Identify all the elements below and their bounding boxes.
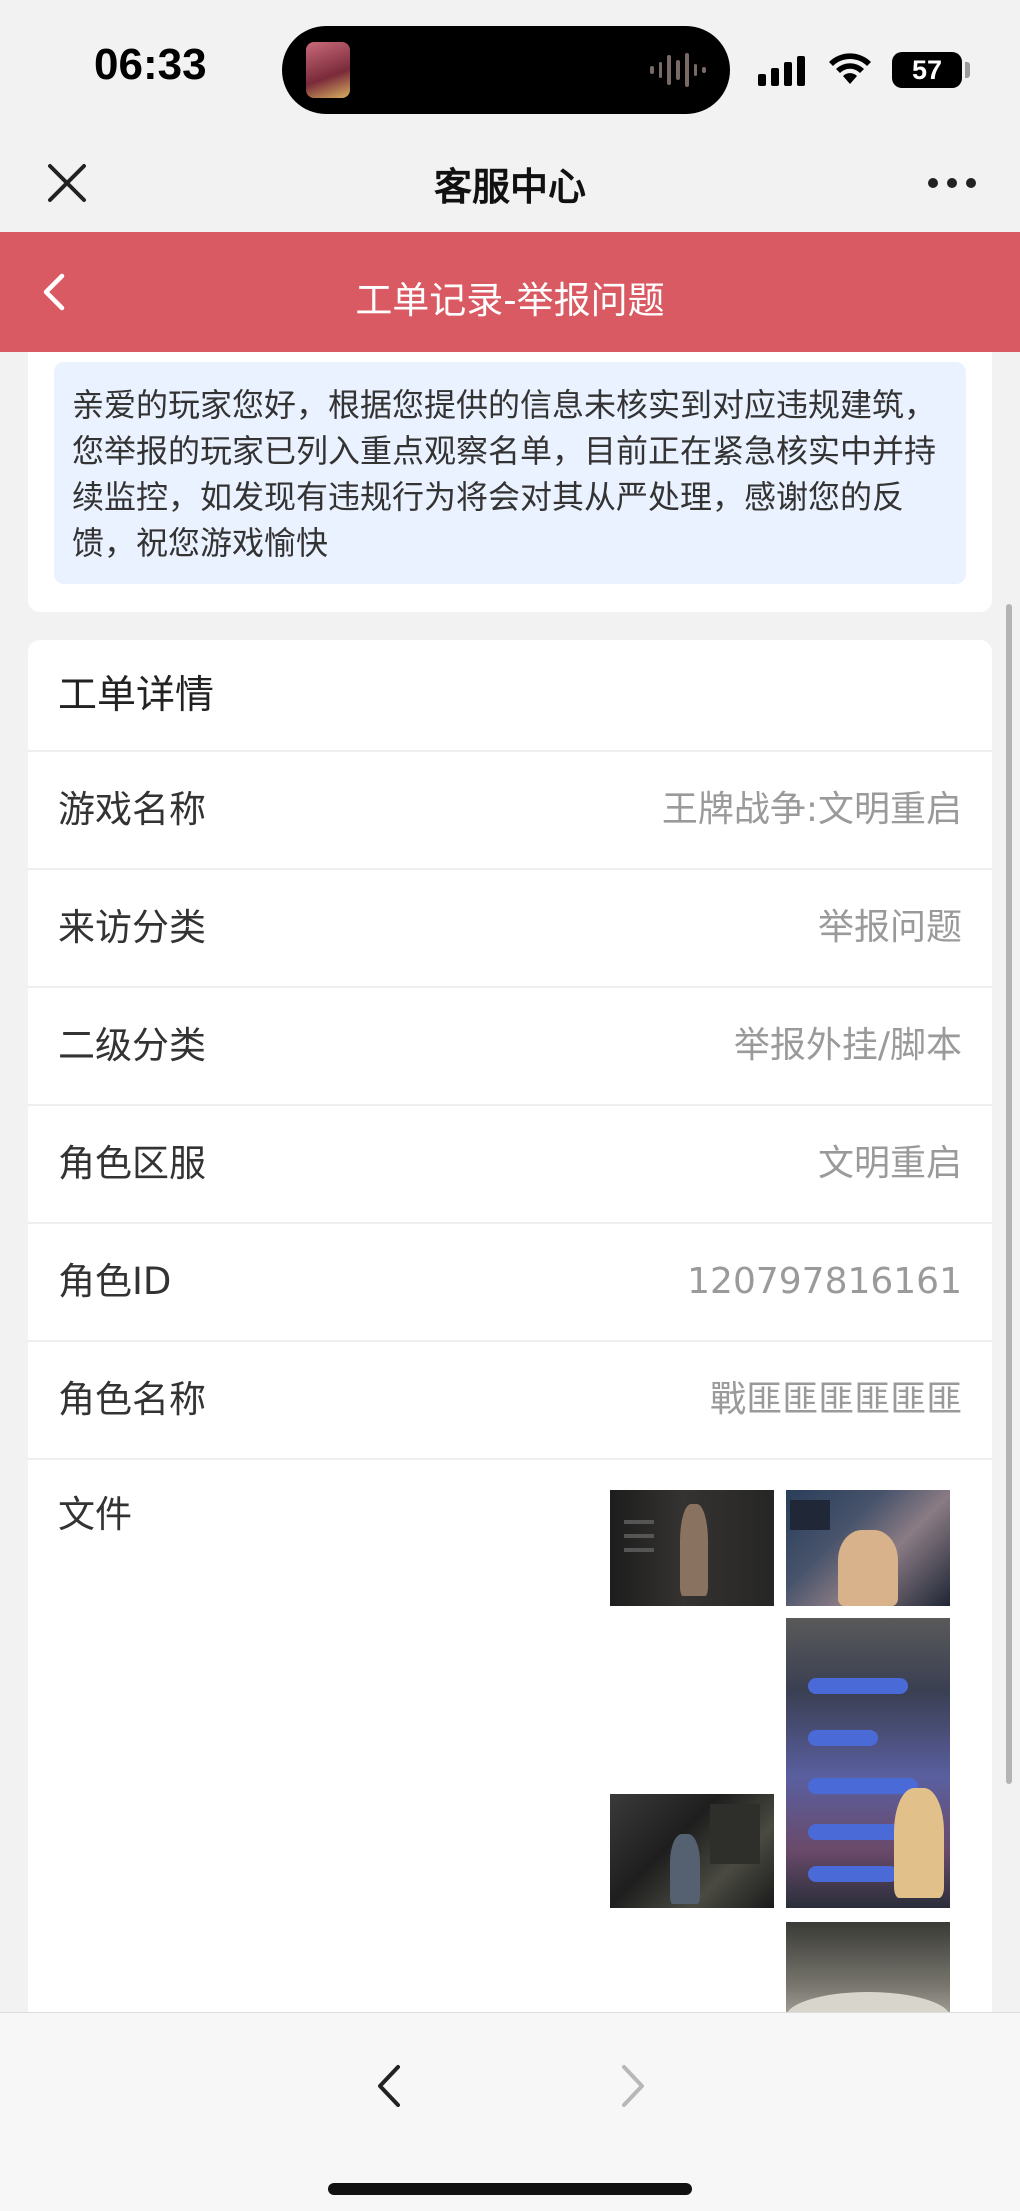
ticket-detail-card: 工单详情 游戏名称 王牌战争:文明重启 来访分类 举报问题 二级分类 举报外挂/… xyxy=(28,640,992,2012)
page-title: 客服中心 xyxy=(433,165,586,209)
browser-bottom-bar xyxy=(0,2012,1020,2211)
row-value: 举报问题 xyxy=(817,907,962,948)
detail-row-files: 文件 xyxy=(28,1460,992,2012)
ticket-header-title: 工单记录-举报问题 xyxy=(355,279,665,322)
scroll-content[interactable]: 亲爱的玩家您好，根据您提供的信息未核实到对应违规建筑，您举报的玩家已列入重点观察… xyxy=(0,352,1020,2012)
home-indicator xyxy=(328,2183,692,2195)
detail-row-server: 角色区服 文明重启 xyxy=(28,1106,992,1224)
reply-card: 亲爱的玩家您好，根据您提供的信息未核实到对应违规建筑，您举报的玩家已列入重点观察… xyxy=(28,352,992,612)
file-thumbnail[interactable] xyxy=(610,1794,774,1908)
detail-section-title: 工单详情 xyxy=(28,640,992,752)
ticket-header: 工单记录-举报问题 xyxy=(0,232,1020,352)
scrollbar[interactable] xyxy=(1006,604,1012,1784)
files-label: 文件 xyxy=(58,1493,132,1536)
row-label: 角色ID xyxy=(58,1260,172,1303)
file-thumbnail[interactable] xyxy=(786,1618,950,1908)
row-value: 举报外挂/脚本 xyxy=(733,1025,962,1066)
row-value: 文明重启 xyxy=(817,1143,962,1184)
chevron-left-icon[interactable] xyxy=(370,2061,410,2111)
audio-wave-icon xyxy=(650,52,707,88)
battery-nub xyxy=(965,62,970,78)
file-thumbnail[interactable] xyxy=(786,1490,950,1606)
row-value: 王牌战争:文明重启 xyxy=(661,789,962,830)
app-thumbnail-icon xyxy=(306,42,350,98)
file-thumbnail[interactable] xyxy=(610,1490,774,1606)
dynamic-island xyxy=(282,26,730,114)
more-dots-icon[interactable] xyxy=(928,178,976,192)
reply-message: 亲爱的玩家您好，根据您提供的信息未核实到对应违规建筑，您举报的玩家已列入重点观察… xyxy=(54,362,966,584)
detail-row-role-id: 角色ID 120797816161 xyxy=(28,1224,992,1342)
row-label: 游戏名称 xyxy=(58,788,206,831)
row-label: 来访分类 xyxy=(58,906,206,949)
row-value: 120797816161 xyxy=(687,1261,962,1302)
wifi-icon xyxy=(829,53,871,84)
cellular-signal-icon xyxy=(758,56,805,86)
status-time: 06:33 xyxy=(94,40,207,89)
status-bar: 06:33 57 xyxy=(0,0,1020,138)
chevron-right-icon[interactable] xyxy=(612,2061,652,2111)
row-label: 角色区服 xyxy=(58,1142,206,1185)
detail-row-role-name: 角色名称 戰匪匪匪匪匪匪 xyxy=(28,1342,992,1460)
detail-row-category: 来访分类 举报问题 xyxy=(28,870,992,988)
detail-row-game-name: 游戏名称 王牌战争:文明重启 xyxy=(28,752,992,870)
row-label: 二级分类 xyxy=(58,1024,206,1067)
battery-icon: 57 xyxy=(892,52,962,88)
detail-row-subcategory: 二级分类 举报外挂/脚本 xyxy=(28,988,992,1106)
wechat-nav-bar: 客服中心 xyxy=(0,138,1020,232)
row-value: 戰匪匪匪匪匪匪 xyxy=(709,1379,962,1420)
file-thumbnail[interactable] xyxy=(786,1922,950,2012)
row-label: 角色名称 xyxy=(58,1378,206,1421)
